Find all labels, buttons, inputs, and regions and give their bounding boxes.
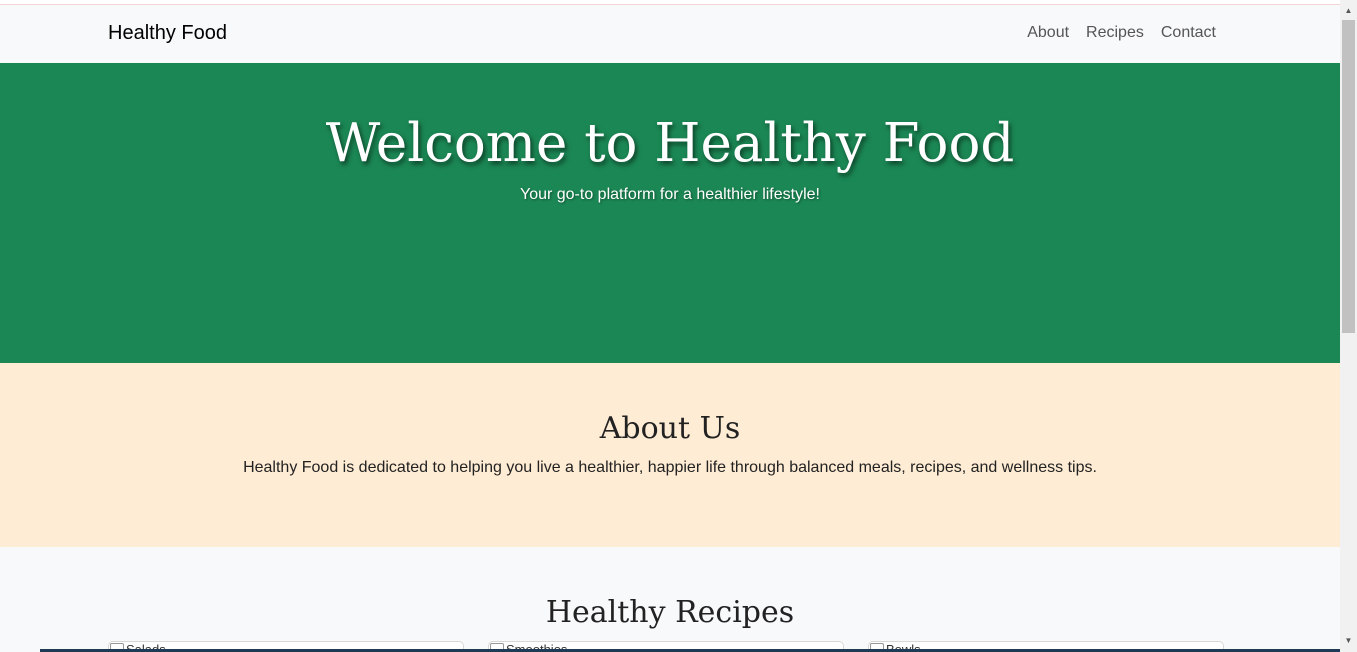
hero-section: Welcome to Healthy Food Your go-to platf… (0, 63, 1340, 363)
nav-link-contact[interactable]: Contact (1161, 24, 1216, 42)
hero-title: Welcome to Healthy Food (325, 113, 1015, 174)
about-text: Healthy Food is dedicated to helping you… (243, 459, 1097, 476)
scroll-down-arrow-icon[interactable]: ▼ (1340, 634, 1357, 648)
scrollbar-thumb[interactable] (1342, 20, 1355, 333)
navbar: Healthy Food About Recipes Contact (0, 5, 1340, 63)
about-section: About Us Healthy Food is dedicated to he… (0, 363, 1340, 547)
nav-link-about[interactable]: About (1027, 24, 1069, 42)
recipes-title: Healthy Recipes (545, 595, 795, 630)
about-title: About Us (599, 411, 741, 446)
nav-links: About Recipes Contact (1027, 24, 1216, 42)
brand-logo[interactable]: Healthy Food (108, 22, 227, 45)
scroll-up-arrow-icon[interactable]: ▲ (1340, 4, 1357, 18)
nav-link-recipes[interactable]: Recipes (1086, 24, 1144, 42)
vertical-scrollbar[interactable]: ▲ ▼ (1340, 0, 1357, 652)
recipes-section: Healthy Recipes (0, 547, 1340, 652)
hero-subtitle: Your go-to platform for a healthier life… (519, 186, 820, 203)
